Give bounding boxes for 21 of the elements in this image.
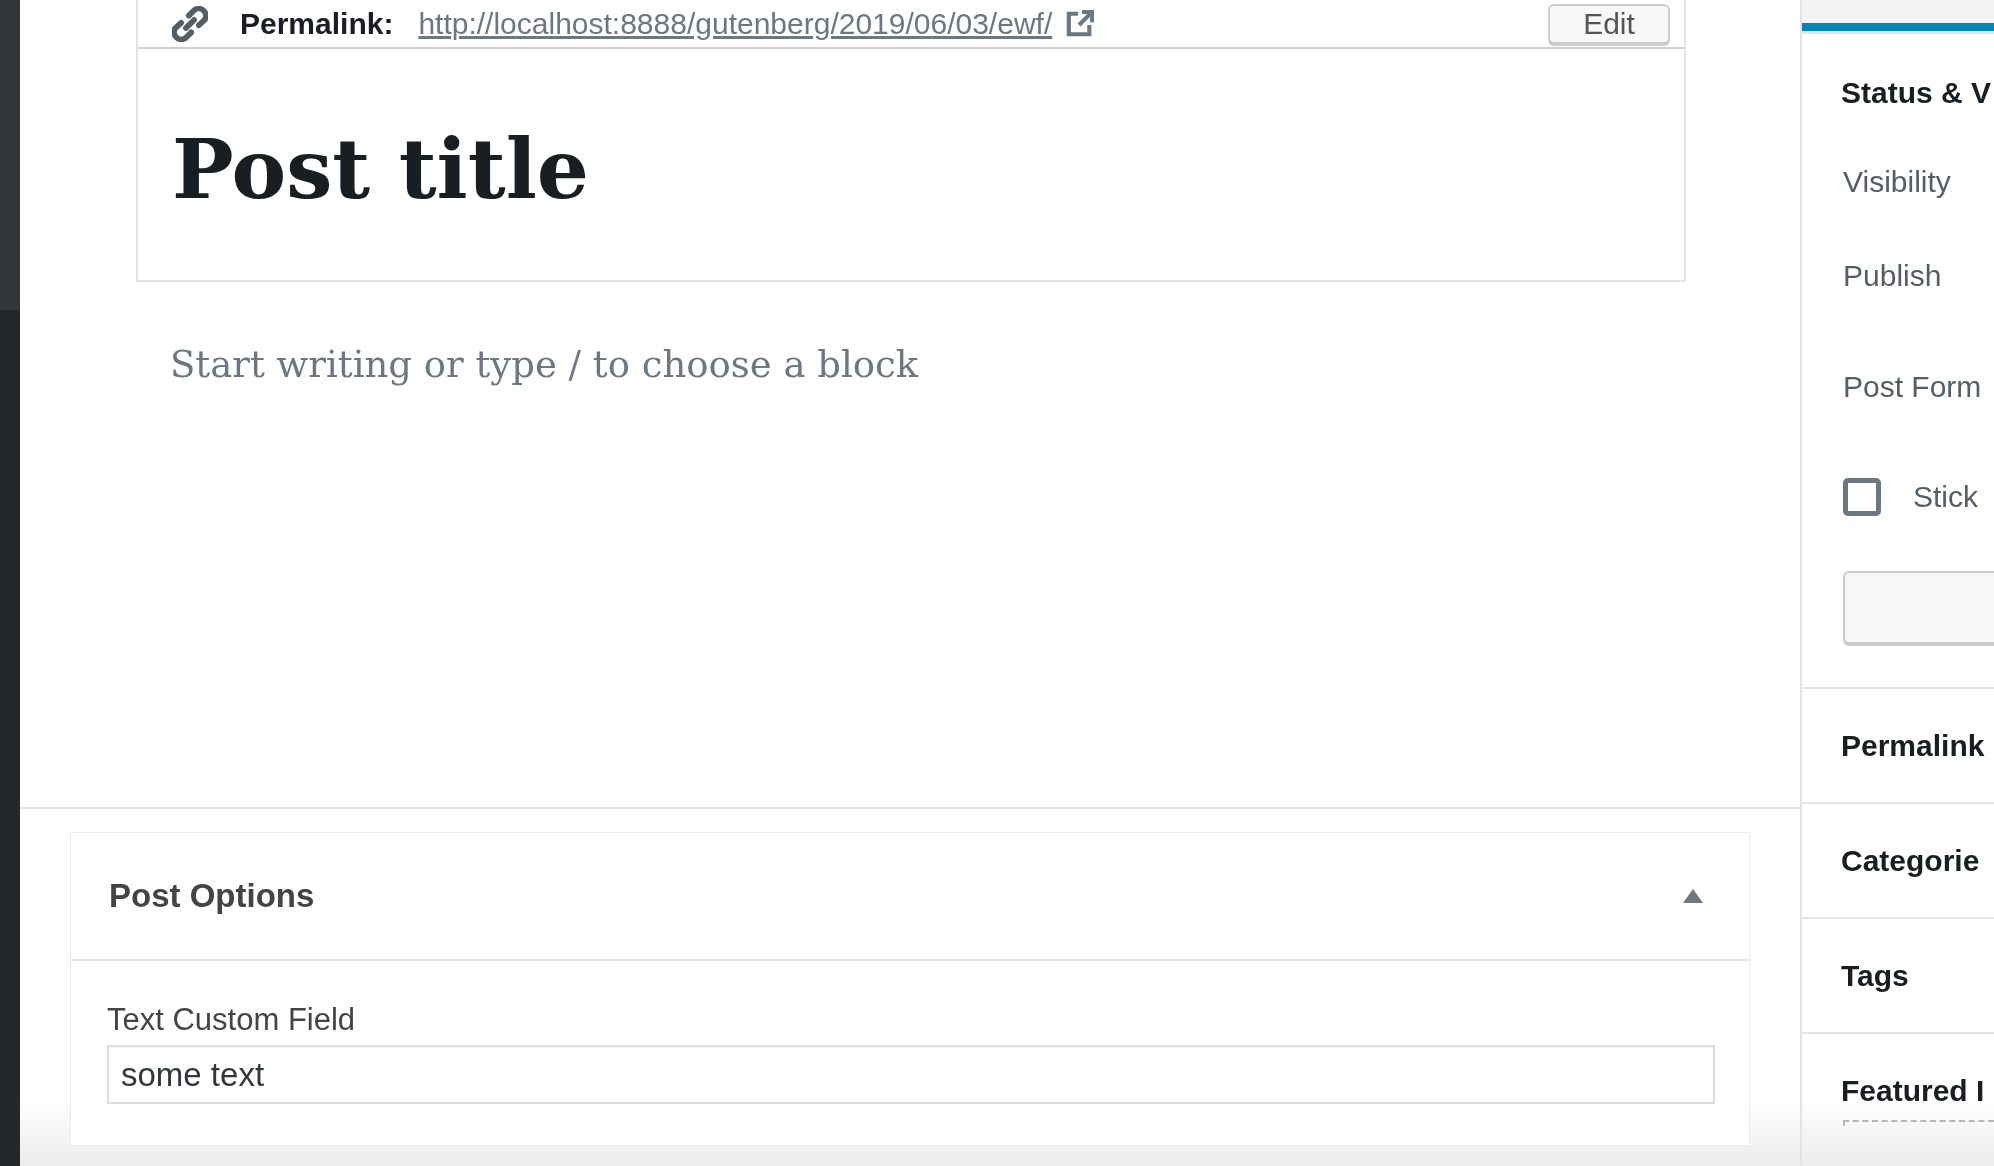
permalink-label: Permalink: (240, 6, 394, 41)
permalink-url-link[interactable]: http://localhost:8888/gutenberg/2019/06/03/ewf/ (418, 6, 1053, 41)
external-link-icon[interactable] (1066, 9, 1095, 38)
checkbox[interactable] (1843, 478, 1881, 516)
setting-label: Visibility (1843, 165, 1951, 199)
post-title[interactable]: Post title (172, 121, 589, 217)
checkbox-label: Stick (1913, 480, 1978, 514)
paragraph-block-field[interactable]: Start writing or type / to choose a block (170, 339, 1370, 389)
link-icon (172, 5, 208, 42)
panel-toggle[interactable]: Categorie (1841, 843, 1980, 878)
panel-toggle[interactable]: Featured I (1841, 1074, 1985, 1108)
text-input-field[interactable]: some text (107, 1045, 1715, 1104)
panel-toggle[interactable]: Tags (1841, 958, 1909, 993)
meta-box-title: Post Options (109, 877, 315, 915)
edit-permalink-button[interactable]: Edit (1548, 3, 1670, 44)
setting-label: Post Form (1843, 370, 1982, 404)
panel-toggle[interactable]: Status & V (1841, 76, 1992, 110)
field-label: Text Custom Field (107, 1003, 356, 1037)
caret-up-icon[interactable] (1683, 889, 1703, 903)
setting-label: Publish (1843, 259, 1942, 293)
panel-toggle[interactable]: Permalink (1841, 728, 1985, 763)
